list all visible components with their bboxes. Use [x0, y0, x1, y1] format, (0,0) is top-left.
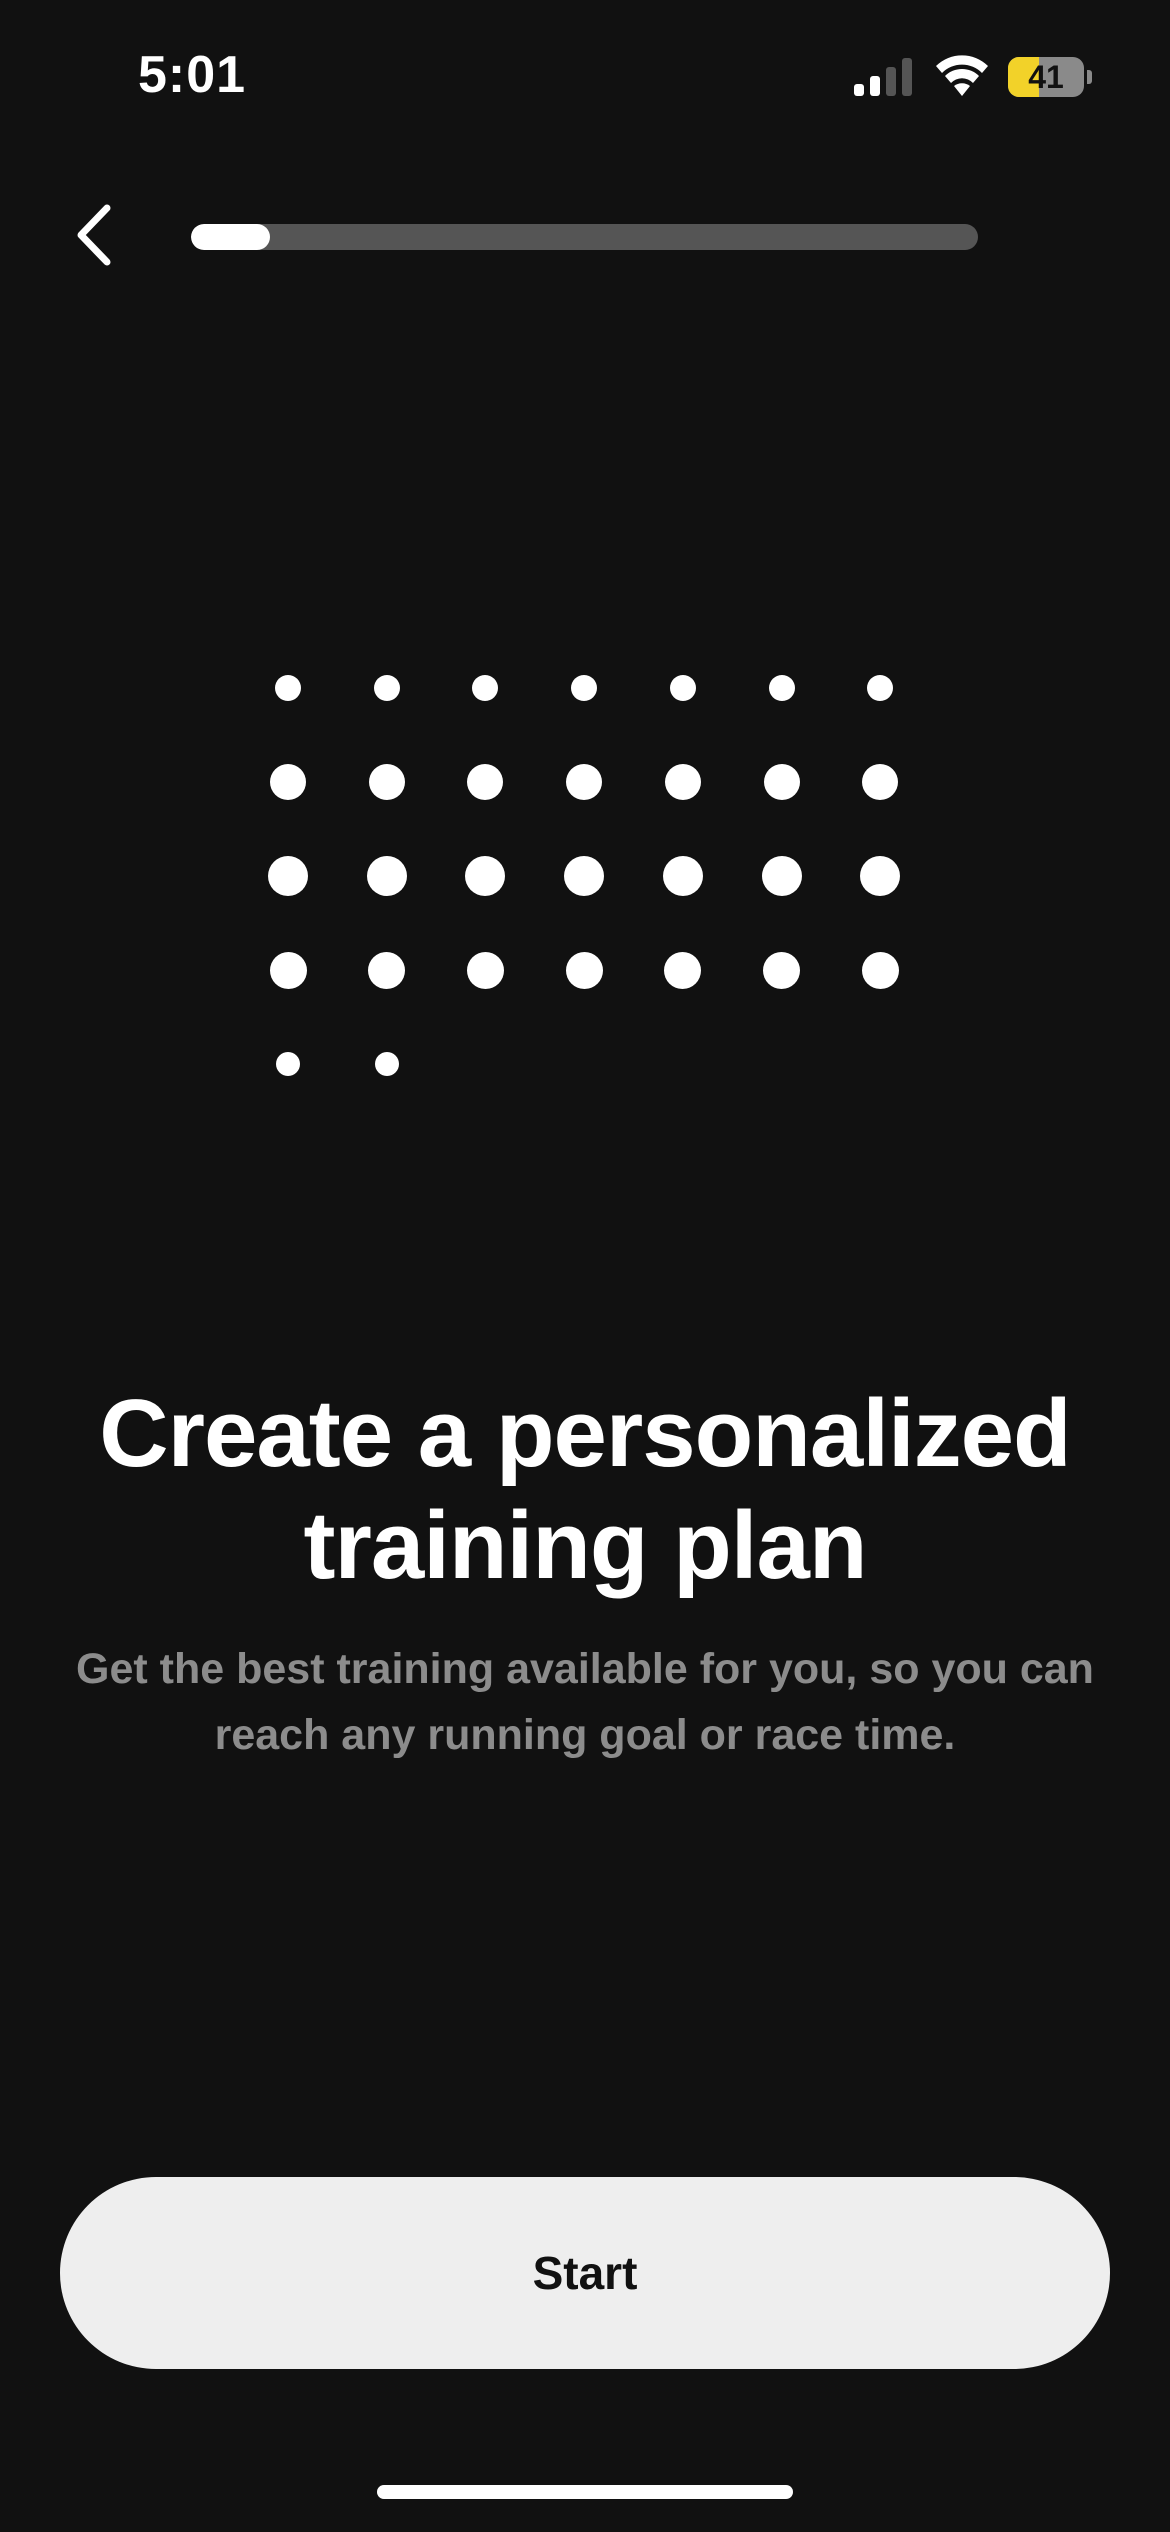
grid-dot [669, 675, 696, 701]
grid-dot [467, 764, 504, 800]
grid-dot [368, 764, 405, 800]
grid-dot [860, 856, 901, 896]
grid-dot [768, 675, 795, 701]
grid-dot [268, 856, 308, 896]
grid-dot [763, 764, 800, 800]
grid-dot [664, 764, 701, 800]
start-button[interactable]: Start [60, 2177, 1110, 2369]
page-title: Create a personalized training plan [99, 1380, 1071, 1599]
grid-dot [373, 675, 400, 701]
grid-dot [761, 856, 802, 896]
grid-dot [466, 951, 504, 989]
grid-dot [368, 951, 406, 989]
page-subtitle: Get the best training available for you,… [76, 1645, 1094, 1759]
grid-dot [763, 951, 800, 989]
grid-dot [867, 675, 894, 701]
grid-dot [465, 856, 506, 896]
grid-dot [564, 856, 605, 896]
dot-grid-calendar-icon [0, 0, 1170, 1120]
grid-dot [366, 856, 407, 896]
grid-dot [472, 675, 499, 701]
grid-dot [662, 856, 703, 896]
grid-dot [270, 764, 306, 800]
grid-dot [269, 951, 307, 989]
grid-dot [861, 951, 899, 989]
grid-dot [664, 951, 702, 989]
grid-dot [862, 764, 899, 800]
home-indicator[interactable] [377, 2485, 793, 2499]
grid-dot [275, 675, 301, 701]
grid-dot [565, 951, 603, 989]
grid-dot [566, 764, 603, 800]
grid-dot [276, 1052, 300, 1076]
grid-dot [374, 1052, 399, 1076]
grid-dot [571, 675, 598, 701]
